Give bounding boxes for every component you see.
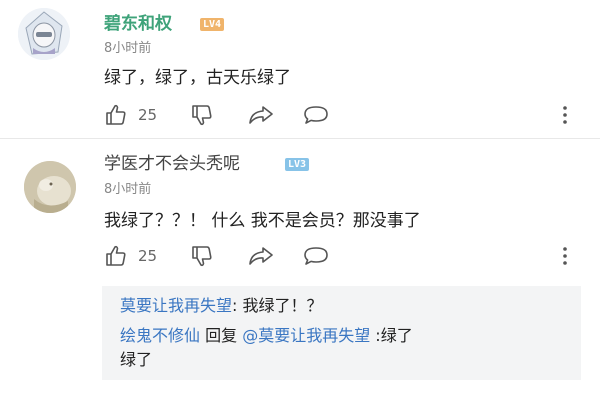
avatar-image <box>18 8 70 60</box>
level-badge: LV4 <box>200 18 225 31</box>
share-button[interactable] <box>247 103 275 127</box>
comment-text: 我绿了？？！ 什么 我不是会员？那没事了 <box>104 211 421 231</box>
comment-actions: 25 <box>104 244 574 268</box>
more-button[interactable] <box>560 244 570 268</box>
like-count: 25 <box>138 247 158 265</box>
dislike-button[interactable] <box>190 244 214 268</box>
more-icon <box>563 106 567 124</box>
share-icon <box>249 106 273 124</box>
like-count: 25 <box>138 106 158 124</box>
like-button[interactable]: 25 <box>104 244 157 268</box>
username[interactable]: 碧东和权 <box>104 14 172 34</box>
avatar-image <box>24 161 76 213</box>
reply-text: 我绿了！？ <box>242 296 323 315</box>
reply-icon <box>304 106 328 124</box>
reply-button[interactable] <box>302 103 330 127</box>
reply-separator: : <box>232 296 243 315</box>
reply-box: 莫要让我再失望: 我绿了！？ 绘鬼不修仙 回复 @莫要让我再失望 :绿了 绿了 <box>102 286 581 380</box>
comment-card: 学医才不会头秃呢 LV3 8小时前 我绿了？？！ 什么 我不是会员？那没事了 2… <box>0 139 600 400</box>
comment-actions: 25 <box>104 103 574 127</box>
thumbs-down-icon <box>192 246 212 267</box>
more-button[interactable] <box>560 103 570 127</box>
thumbs-up-icon <box>106 245 126 266</box>
avatar[interactable] <box>18 8 70 60</box>
level-badge: LV3 <box>285 158 310 171</box>
share-icon <box>249 247 273 265</box>
share-button[interactable] <box>247 244 275 268</box>
reply-author[interactable]: 莫要让我再失望 <box>120 296 232 315</box>
timestamp: 8小时前 <box>104 182 152 197</box>
thumbs-down-icon <box>192 105 212 126</box>
comment-card: 碧东和权 LV4 8小时前 绿了，绿了，古天乐绿了 25 <box>0 0 600 138</box>
more-icon <box>563 247 567 265</box>
comment-text: 绿了，绿了，古天乐绿了 <box>104 68 291 88</box>
reply-mention[interactable]: @莫要让我再失望 <box>242 326 370 345</box>
reply-text: :绿了 <box>370 326 413 345</box>
reply-item[interactable]: 莫要让我再失望: 我绿了！？ <box>120 294 323 317</box>
reply-item[interactable]: 绘鬼不修仙 回复 @莫要让我再失望 :绿了 <box>120 324 413 347</box>
timestamp: 8小时前 <box>104 41 152 56</box>
dislike-button[interactable] <box>190 103 214 127</box>
reply-text-continued: 绿了 <box>120 350 153 369</box>
reply-action: 回复 <box>200 326 243 345</box>
reply-button[interactable] <box>302 244 330 268</box>
reply-icon <box>304 247 328 265</box>
thumbs-up-icon <box>106 104 126 125</box>
avatar[interactable] <box>24 161 76 213</box>
reply-author[interactable]: 绘鬼不修仙 <box>120 326 200 345</box>
username[interactable]: 学医才不会头秃呢 <box>104 154 240 174</box>
like-button[interactable]: 25 <box>104 103 157 127</box>
